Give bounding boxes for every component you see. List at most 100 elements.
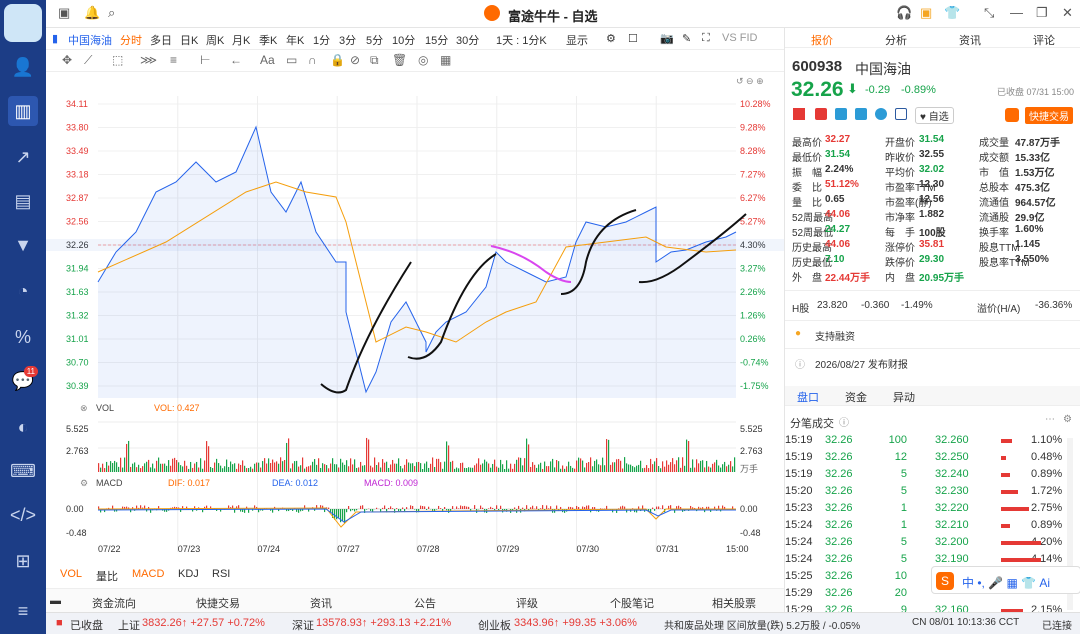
sub-tab-capital[interactable]: 资金: [845, 389, 867, 405]
report-row[interactable]: ⓘ 2026/08/27 发布财报: [785, 348, 1080, 374]
vol-bar: [246, 468, 248, 472]
info-tab-news[interactable]: 资讯: [310, 595, 332, 611]
quick-trade-button[interactable]: 快捷交易: [1025, 107, 1073, 124]
layout-icon[interactable]: ▣: [58, 5, 70, 21]
margin-row[interactable]: ● 支持融资: [785, 320, 1080, 346]
chart-bar-icon[interactable]: ▥: [8, 96, 38, 126]
game-icon[interactable]: ⌨: [8, 456, 38, 486]
rect-tool-icon[interactable]: ⬚: [112, 53, 123, 67]
wave-tool-icon[interactable]: ⋙: [140, 53, 157, 67]
news-ticker[interactable]: 共和废品处理 区间放量(跌) 5.2万股 / -0.05%: [664, 617, 860, 632]
tab-vol[interactable]: VOL: [60, 568, 82, 580]
pie-icon[interactable]: ◔: [8, 276, 38, 306]
display-menu[interactable]: 显示: [566, 32, 588, 48]
chart-area[interactable]: 34.11 10.28% 33.80 9.28% 33.49 8.28% 33.18 7.27…: [46, 72, 784, 562]
fullscreen-icon[interactable]: ⛶: [702, 32, 710, 45]
more-icon[interactable]: ⋯: [1045, 414, 1055, 425]
chat-icon[interactable]: 💬 11: [8, 366, 38, 396]
tab-rsi[interactable]: RSI: [212, 568, 230, 580]
info-tab-notes[interactable]: 个股笔记: [610, 595, 654, 611]
tab-minute[interactable]: 分时: [120, 32, 142, 48]
grid-icon[interactable]: ⊞: [8, 546, 38, 576]
tab-3min[interactable]: 3分: [339, 32, 356, 48]
tab-10min[interactable]: 10分: [392, 32, 415, 48]
range-select[interactable]: 1天 : 1分K: [496, 32, 547, 48]
macd-settings-icon[interactable]: ⚙: [80, 478, 88, 489]
panel-toggle-icon[interactable]: ▬: [50, 595, 61, 607]
tab-year[interactable]: 年K: [286, 32, 304, 48]
tab-day[interactable]: 日K: [180, 32, 198, 48]
stock-name[interactable]: 中国海油: [68, 32, 112, 48]
settings-gear-icon[interactable]: ⚙: [1063, 414, 1072, 425]
eye-icon[interactable]: ◎: [418, 53, 428, 67]
info-tab-announcement[interactable]: 公告: [414, 595, 436, 611]
hide-icon[interactable]: ⊘: [350, 53, 360, 67]
down-arrow-icon: ⬇: [847, 81, 858, 96]
tab-month[interactable]: 月K: [232, 32, 250, 48]
shirt-icon[interactable]: 👕: [944, 5, 960, 21]
macd-bar: [544, 509, 546, 510]
menu-icon[interactable]: ≡: [8, 596, 38, 626]
pen-icon[interactable]: ✎: [682, 32, 691, 45]
tab-kdj[interactable]: KDJ: [178, 568, 199, 580]
filter-icon[interactable]: ▼: [8, 230, 38, 260]
code-icon[interactable]: </>: [8, 500, 38, 530]
percent-icon[interactable]: %: [8, 322, 38, 352]
vol-bar: [608, 439, 610, 472]
text-tool-icon[interactable]: Aa: [260, 53, 275, 67]
tab-comments[interactable]: 评论: [1033, 32, 1055, 48]
trash-icon[interactable]: 🗑: [392, 53, 407, 67]
tab-5min[interactable]: 5分: [366, 32, 383, 48]
move-icon[interactable]: ✥: [62, 53, 72, 67]
tab-quarter[interactable]: 季K: [259, 32, 277, 48]
headset-icon[interactable]: 🎧: [896, 5, 912, 21]
tab-15min[interactable]: 15分: [425, 32, 448, 48]
note-tool-icon[interactable]: ▭: [286, 53, 297, 67]
watch-button[interactable]: ♥ 自选: [915, 107, 954, 124]
info-tab-rating[interactable]: 评级: [516, 595, 538, 611]
link-icon[interactable]: ⧉: [370, 53, 379, 68]
sidebar-toggle-icon[interactable]: ▮: [52, 32, 58, 45]
alert-bell-icon[interactable]: [1005, 108, 1019, 122]
search-icon[interactable]: ⌕: [108, 5, 115, 21]
template-icon[interactable]: ▦: [440, 53, 451, 67]
fib-tool-icon[interactable]: ≡: [170, 53, 177, 67]
ime-toolbar[interactable]: S 中 •, 🎤 ▦ 👕 Ai: [931, 566, 1080, 594]
sub-tab-orderbook[interactable]: 盘口: [797, 389, 819, 405]
undo-icon[interactable]: ↺ ⊖ ⊕: [736, 76, 764, 87]
vs-label[interactable]: VS FID: [722, 32, 757, 44]
tab-30min[interactable]: 30分: [456, 32, 479, 48]
tab-volume-ratio[interactable]: 量比: [96, 568, 118, 584]
info-tab-related[interactable]: 相关股票: [712, 595, 756, 611]
moon-icon[interactable]: ◐: [8, 412, 38, 442]
tab-analysis[interactable]: 分析: [885, 32, 907, 48]
settings-icon[interactable]: ⚙: [606, 32, 616, 45]
tab-multiday[interactable]: 多日: [150, 32, 172, 48]
magnet-icon[interactable]: ∩: [308, 53, 317, 67]
arrow-tool-icon[interactable]: ←: [230, 53, 242, 67]
shrink-icon[interactable]: ⤡: [984, 5, 994, 21]
ticks-info-icon[interactable]: ⓘ: [839, 414, 849, 429]
user-icon[interactable]: 👤: [8, 52, 38, 82]
trend-icon[interactable]: ↗: [8, 142, 38, 172]
tab-1min[interactable]: 1分: [313, 32, 330, 48]
tab-quote[interactable]: 报价: [811, 32, 833, 48]
tab-info[interactable]: 资讯: [959, 32, 981, 48]
measure-tool-icon[interactable]: ⊢: [200, 53, 210, 67]
tab-week[interactable]: 周K: [206, 32, 224, 48]
camera-icon[interactable]: 📷: [660, 32, 674, 45]
vol-settings-icon[interactable]: ⊗: [80, 403, 88, 414]
bell-icon[interactable]: 🔔: [84, 5, 100, 21]
lock-icon[interactable]: 🔒: [330, 53, 345, 67]
minimize-icon[interactable]: —: [1010, 5, 1023, 20]
bag-icon[interactable]: ▣: [920, 5, 932, 21]
tab-macd[interactable]: MACD: [132, 568, 164, 580]
board-icon[interactable]: ▤: [8, 186, 38, 216]
restore-icon[interactable]: ❐: [1036, 5, 1048, 21]
info-tab-quick-trade[interactable]: 快捷交易: [196, 595, 240, 611]
info-tab-capital-flow[interactable]: 资金流向: [92, 595, 136, 611]
line-tool-icon[interactable]: ⟋: [84, 53, 92, 68]
checkbox-icon[interactable]: ☐: [628, 32, 638, 45]
close-icon[interactable]: ✕: [1062, 5, 1073, 21]
sub-tab-movement[interactable]: 异动: [893, 389, 915, 405]
